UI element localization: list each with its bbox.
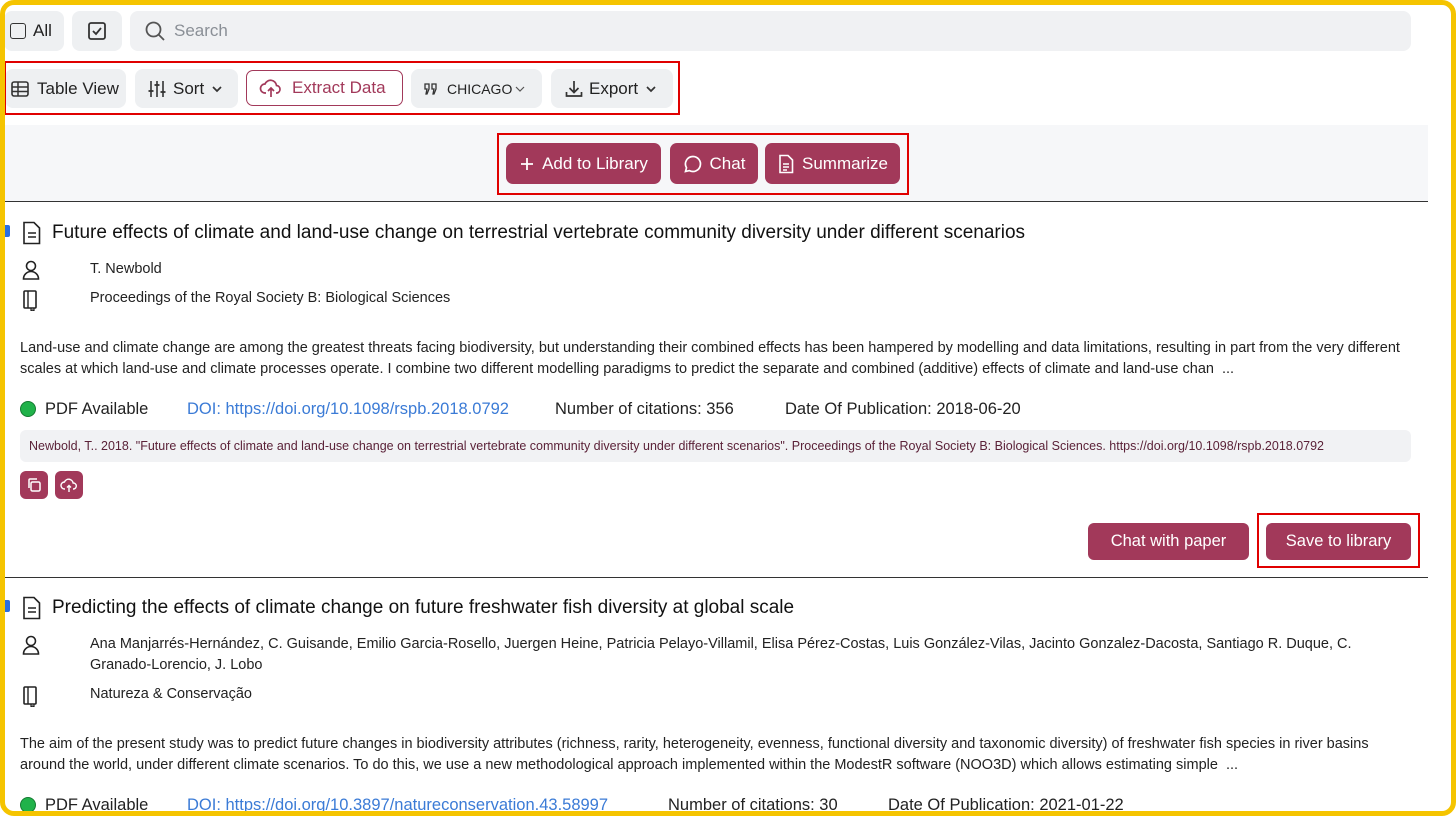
journal-icon [23,290,37,311]
select-all-toggle[interactable]: All [4,11,64,51]
paper-abstract: Land-use and climate change are among th… [20,338,1415,380]
journal-icon [23,686,37,707]
document-icon [23,596,41,620]
export-button[interactable]: Export [551,69,673,108]
export-label: Export [589,78,639,98]
paper-title[interactable]: Predicting the effects of climate change… [52,597,794,619]
user-icon [22,260,40,280]
expand-abstract[interactable]: ... [1222,361,1234,377]
paper-doi-link[interactable]: DOI: https://doi.org/10.3897/natureconse… [187,796,608,815]
paper-abstract: The aim of the present study was to pred… [20,734,1415,776]
paper-journal: Proceedings of the Royal Society B: Biol… [90,290,451,306]
abstract-text: Land-use and climate change are among th… [20,340,1400,377]
search-bar[interactable] [130,11,1411,51]
summarize-label: Summarize [802,153,888,173]
search-input[interactable] [172,20,1176,42]
chat-with-paper-button[interactable]: Chat with paper [1088,523,1249,560]
checkbox-checked-icon [88,22,106,40]
paper-date: Date Of Publication: 2018-06-20 [785,400,1021,418]
pdf-available-indicator [20,797,36,813]
plus-icon [521,157,534,170]
document-icon [23,221,41,245]
paper-checkbox[interactable] [2,225,10,237]
copy-icon [28,478,41,492]
paper-citations: Number of citations: 30 [668,796,838,814]
paper-doi-link[interactable]: DOI: https://doi.org/10.1098/rspb.2018.0… [187,400,509,419]
chat-label: Chat [709,153,746,173]
chevron-down-icon [212,85,222,92]
paper-citations: Number of citations: 356 [555,400,734,418]
abstract-text: The aim of the present study was to pred… [20,736,1369,773]
pdf-available-label: PDF Available [45,400,149,418]
paper-date: Date Of Publication: 2021-01-22 [888,796,1124,814]
user-icon [22,635,40,655]
table-view-button[interactable]: Table View [5,69,126,108]
paper-divider [5,577,1428,578]
paper-authors: T. Newbold [90,261,162,277]
extract-data-button[interactable]: Extract Data [246,70,403,106]
select-all-label: All [33,21,52,40]
chat-bubble-icon [683,155,701,173]
search-icon [145,21,165,41]
sort-label: Sort [173,78,205,98]
extract-data-label: Extract Data [292,78,386,97]
paper-journal: Natureza & Conservação [90,686,252,702]
table-view-label: Table View [37,78,119,98]
chevron-down-icon [646,85,656,92]
citation-text: Newbold, T.. 2018. "Future effects of cl… [20,430,1411,462]
sort-button[interactable]: Sort [135,69,238,108]
checkbox-icon [10,23,26,39]
document-icon [779,154,794,173]
select-mode-button[interactable] [72,11,122,51]
cloud-upload-icon [60,478,77,492]
add-to-library-button[interactable]: Add to Library [506,143,661,184]
paper-authors: Ana Manjarrés-Hernández, C. Guisande, Em… [90,636,1352,673]
chat-button[interactable]: Chat [670,143,758,184]
copy-citation-button[interactable] [20,471,48,499]
cloud-export-button[interactable] [55,471,83,499]
sliders-icon [148,80,166,97]
table-icon [11,80,29,97]
pdf-available-label: PDF Available [45,796,149,814]
download-icon [565,80,583,97]
chevron-down-icon [515,86,525,92]
quote-icon [424,82,437,95]
paper-checkbox[interactable] [2,600,10,612]
add-to-library-label: Add to Library [542,153,648,173]
paper-title[interactable]: Future effects of climate and land-use c… [52,222,1025,244]
expand-abstract[interactable]: ... [1226,757,1238,773]
summarize-button[interactable]: Summarize [765,143,900,184]
citation-style-dropdown[interactable]: CHICAGO [411,69,542,108]
pdf-available-indicator [20,401,36,417]
citation-style-value: CHICAGO [447,80,513,97]
save-to-library-button[interactable]: Save to library [1266,523,1411,560]
cloud-upload-icon [259,79,281,97]
